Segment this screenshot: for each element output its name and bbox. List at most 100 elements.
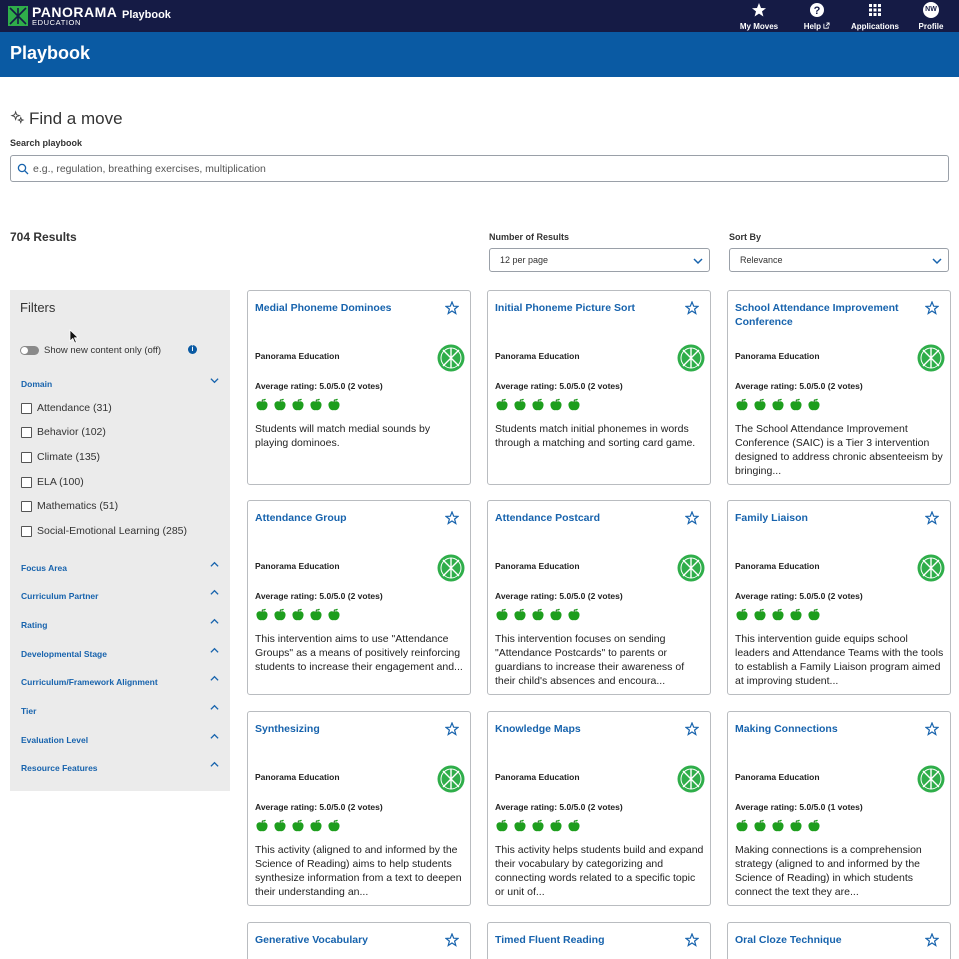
filter-section-domain[interactable]: Domain [21, 374, 219, 389]
favorite-star-icon[interactable] [445, 511, 459, 525]
page-title: Playbook [10, 43, 91, 63]
nav-applications[interactable]: Applications [847, 2, 903, 31]
filter-section-curriculum-partner[interactable]: Curriculum Partner [21, 586, 219, 601]
card-title[interactable]: Initial Phoneme Picture Sort [495, 301, 675, 315]
per-page-select[interactable]: 12 per page [489, 248, 710, 272]
nav-help[interactable]: ? Help [798, 2, 836, 31]
card-title[interactable]: Attendance Postcard [495, 511, 675, 525]
move-card[interactable]: Medial Phoneme Dominoes Panorama Educatio… [247, 290, 471, 485]
apple-rating-icon [550, 608, 562, 621]
checkbox[interactable] [21, 452, 32, 463]
checkbox[interactable] [21, 477, 32, 488]
filter-section-rating[interactable]: Rating [21, 615, 219, 630]
checkbox[interactable] [21, 526, 32, 537]
apple-rating-icon [496, 819, 508, 832]
favorite-star-icon[interactable] [685, 301, 699, 315]
card-title[interactable]: Generative Vocabulary [255, 933, 435, 947]
move-card[interactable]: Synthesizing Panorama Education Average ra… [247, 711, 471, 906]
card-title[interactable]: Timed Fluent Reading [495, 933, 675, 947]
filter-section-evaluation-level[interactable]: Evaluation Level [21, 730, 219, 745]
filter-section-label: Curriculum Partner [21, 591, 99, 601]
move-card[interactable]: School Attendance Improvement Conference… [727, 290, 951, 485]
chevron-up-icon [210, 704, 219, 710]
app-name[interactable]: Playbook [122, 9, 171, 21]
card-rating-text: Average rating: 5.0/5.0 (2 votes) [735, 381, 863, 391]
move-card[interactable]: Knowledge Maps Panorama Education Average … [487, 711, 711, 906]
page-header: Playbook [0, 32, 959, 77]
move-card[interactable]: Making Connections Panorama Education Aver… [727, 711, 951, 906]
sort-by-select[interactable]: Relevance [729, 248, 949, 272]
apple-rating-icon [532, 608, 544, 621]
move-card[interactable]: Family Liaison Panorama Education Average … [727, 500, 951, 695]
move-card[interactable]: Timed Fluent Reading [487, 922, 711, 959]
card-rating-text: Average rating: 5.0/5.0 (1 votes) [735, 802, 863, 812]
apple-rating-icon [310, 608, 322, 621]
favorite-star-icon[interactable] [445, 301, 459, 315]
search-input[interactable] [33, 159, 933, 178]
rating-apples [255, 608, 345, 622]
move-card[interactable]: Initial Phoneme Picture Sort Panorama Edu… [487, 290, 711, 485]
filter-option-label: Mathematics (51) [37, 500, 119, 512]
filter-section-focus-area[interactable]: Focus Area [21, 558, 219, 573]
checkbox[interactable] [21, 403, 32, 414]
favorite-star-icon[interactable] [685, 722, 699, 736]
checkbox[interactable] [21, 427, 32, 438]
rating-apples [735, 608, 825, 622]
favorite-star-icon[interactable] [445, 933, 459, 947]
favorite-star-icon[interactable] [445, 722, 459, 736]
panorama-badge-icon [437, 344, 465, 372]
apple-rating-icon [310, 398, 322, 411]
new-content-toggle[interactable] [20, 346, 39, 355]
apple-rating-icon [550, 819, 562, 832]
card-title[interactable]: Family Liaison [735, 511, 915, 525]
filter-option-label: Social-Emotional Learning (285) [37, 525, 187, 537]
apple-rating-icon [274, 398, 286, 411]
favorite-star-icon[interactable] [925, 933, 939, 947]
card-rating-text: Average rating: 5.0/5.0 (2 votes) [495, 802, 623, 812]
rating-apples [255, 398, 345, 412]
apple-rating-icon [310, 819, 322, 832]
filter-section-resource-features[interactable]: Resource Features [21, 758, 219, 773]
card-title[interactable]: Making Connections [735, 722, 915, 736]
filter-option-label: Attendance (31) [37, 402, 112, 414]
card-description: Making connections is a comprehension st… [735, 844, 922, 898]
move-card[interactable]: Attendance Postcard Panorama Education Ave… [487, 500, 711, 695]
apple-rating-icon [754, 398, 766, 411]
nav-profile[interactable]: NW Profile [912, 2, 950, 31]
favorite-star-icon[interactable] [685, 511, 699, 525]
checkbox[interactable] [21, 501, 32, 512]
move-card[interactable]: Oral Cloze Technique [727, 922, 951, 959]
top-navbar: PANORAMA EDUCATION Playbook My Moves ? H… [0, 0, 959, 32]
logo-word: PANORAMA [32, 4, 118, 20]
filter-section-developmental-stage[interactable]: Developmental Stage [21, 644, 219, 659]
apple-rating-icon [274, 819, 286, 832]
panorama-logo[interactable]: PANORAMA EDUCATION [8, 4, 117, 28]
panorama-badge-icon [917, 554, 945, 582]
info-icon[interactable]: i [188, 345, 197, 354]
card-title[interactable]: Knowledge Maps [495, 722, 675, 736]
favorite-star-icon[interactable] [685, 933, 699, 947]
card-title[interactable]: Synthesizing [255, 722, 435, 736]
rating-apples [495, 819, 585, 833]
chevron-down-icon [932, 258, 942, 265]
move-card[interactable]: Attendance Group Panorama Education Averag… [247, 500, 471, 695]
filter-section-tier[interactable]: Tier [21, 701, 219, 716]
favorite-star-icon[interactable] [925, 722, 939, 736]
rating-apples [735, 398, 825, 412]
nav-my-moves[interactable]: My Moves [737, 2, 781, 31]
card-title[interactable]: School Attendance Improvement Conference [735, 301, 915, 329]
card-description: This activity (aligned to and informed b… [255, 844, 462, 898]
favorite-star-icon[interactable] [925, 301, 939, 315]
move-card[interactable]: Generative Vocabulary [247, 922, 471, 959]
card-title[interactable]: Medial Phoneme Dominoes [255, 301, 435, 315]
apple-rating-icon [328, 398, 340, 411]
card-rating-text: Average rating: 5.0/5.0 (2 votes) [255, 381, 383, 391]
sort-by-value: Relevance [740, 255, 783, 265]
favorite-star-icon[interactable] [925, 511, 939, 525]
card-title[interactable]: Oral Cloze Technique [735, 933, 915, 947]
apple-rating-icon [256, 608, 268, 621]
search-box[interactable] [10, 155, 949, 182]
filter-section-curriculum-framework[interactable]: Curriculum/Framework Alignment [21, 672, 219, 687]
filter-option-label: ELA (100) [37, 476, 84, 488]
card-title[interactable]: Attendance Group [255, 511, 435, 525]
